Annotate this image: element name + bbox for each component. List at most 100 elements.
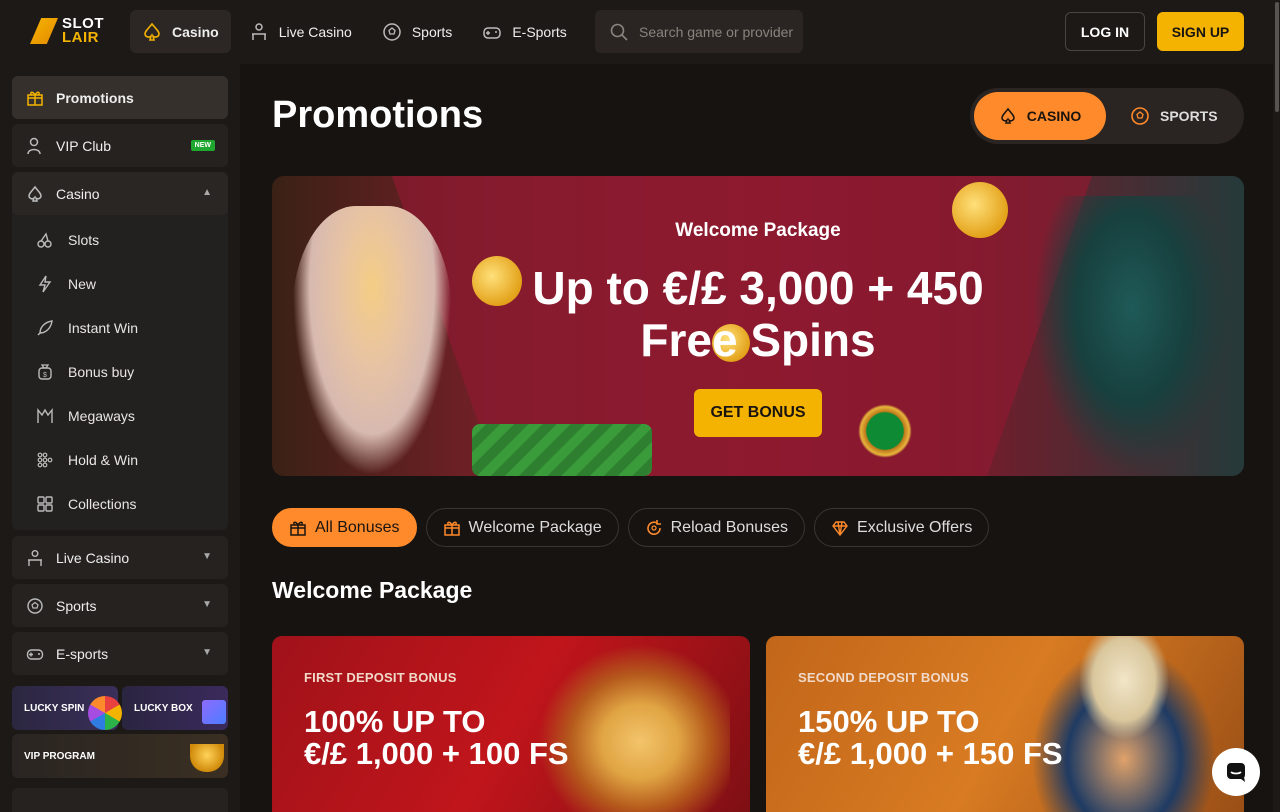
cash-stack-image <box>472 424 652 476</box>
filter-exclusive-offers[interactable]: Exclusive Offers <box>814 508 990 547</box>
chevron-up-icon[interactable]: ▲ <box>202 187 212 198</box>
search-icon <box>610 23 628 41</box>
nav-sports-label: Sports <box>411 23 453 40</box>
page-title: Promotions <box>272 94 484 136</box>
sidebar-label-vip-club: VIP Club <box>56 137 111 154</box>
bonus-filters: All Bonuses Welcome Package Reload Bonus… <box>272 508 990 547</box>
card-headline: 100% UP TO €/£ 1,000 + 100 FS <box>304 706 569 770</box>
wheel-icon <box>88 696 122 730</box>
card-headline-line1: 150% UP TO <box>798 704 980 739</box>
sidebar-item-promotions[interactable]: Promotions <box>12 76 228 119</box>
grid-dots-icon <box>37 452 53 468</box>
gift-box-icon <box>202 700 226 724</box>
hero-banner: Welcome Package Up to €/£ 3,000 + 450 Fr… <box>272 176 1244 476</box>
nav-sports[interactable]: Sports <box>370 10 464 53</box>
filter-reload-bonuses[interactable]: Reload Bonuses <box>627 508 806 547</box>
chat-button[interactable] <box>1212 748 1260 796</box>
collections-icon <box>37 496 53 512</box>
signup-button[interactable]: SIGN UP <box>1157 12 1244 51</box>
sidebar-label-sports: Sports <box>56 597 97 614</box>
lucky-box-card[interactable]: LUCKY BOX <box>122 686 228 730</box>
sidebar-item-sports[interactable]: Sports ▼ <box>12 584 228 627</box>
soccer-ball-icon <box>383 22 401 41</box>
lucky-spin-label: LUCKY SPIN <box>24 702 85 714</box>
logo-text-line2: LAIR <box>62 29 99 46</box>
sidebar-sub-collections[interactable]: Collections <box>36 482 136 526</box>
toggle-sports-label: SPORTS <box>1160 108 1218 124</box>
sidebar-item-live-casino[interactable]: Live Casino ▼ <box>12 536 228 579</box>
filter-welcome-package[interactable]: Welcome Package <box>425 508 619 547</box>
sidebar-label-casino: Casino <box>56 185 100 202</box>
sidebar-sub-hold-win[interactable]: Hold & Win <box>36 438 138 482</box>
card-label: FIRST DEPOSIT BONUS <box>304 670 457 685</box>
sidebar-sub-megaways[interactable]: Megaways <box>36 394 135 438</box>
sidebar-sub-label: New <box>68 276 97 292</box>
toggle-sports[interactable]: SPORTS <box>1130 92 1240 140</box>
sidebar-sub-bonus-buy[interactable]: $ Bonus buy <box>36 350 134 394</box>
cherries-icon <box>37 232 52 248</box>
sidebar-sub-label: Hold & Win <box>68 452 139 468</box>
chevron-down-icon[interactable]: ▼ <box>202 551 212 562</box>
hero-headline-line2: Free Spins <box>640 314 876 366</box>
soccer-ball-icon <box>1131 107 1149 125</box>
bonus-card-first-deposit[interactable]: FIRST DEPOSIT BONUS 100% UP TO €/£ 1,000… <box>272 636 750 812</box>
main-nav: Casino Live Casino Sports E-Sports <box>130 10 579 53</box>
dealer-icon <box>251 22 266 40</box>
sidebar-sub-instant-win[interactable]: Instant Win <box>36 306 138 350</box>
filter-all-bonuses[interactable]: All Bonuses <box>272 508 417 547</box>
chevron-down-icon[interactable]: ▼ <box>202 647 212 658</box>
gift-icon <box>290 521 306 536</box>
lucky-box-label: LUCKY BOX <box>134 702 193 714</box>
search-placeholder: Search game or provider <box>639 23 794 40</box>
nav-esports-label: E-Sports <box>512 23 567 40</box>
sidebar-sub-new[interactable]: New <box>36 262 96 306</box>
nav-live-casino-label: Live Casino <box>278 23 352 40</box>
gamepad-icon <box>26 648 44 660</box>
gift-icon <box>27 91 43 106</box>
toggle-casino[interactable]: CASINO <box>974 92 1106 140</box>
trophy-icon <box>190 744 224 772</box>
hero-headline: Up to €/£ 3,000 + 450 Free Spins <box>272 262 1244 366</box>
search-input[interactable]: Search game or provider <box>595 10 803 53</box>
filter-label: Exclusive Offers <box>857 518 973 536</box>
spade-icon <box>144 22 160 41</box>
get-bonus-button[interactable]: GET BONUS <box>694 389 822 437</box>
dealer-icon <box>28 549 42 566</box>
card-headline-line2: €/£ 1,000 + 100 FS <box>304 736 569 771</box>
hero-headline-line1: Up to €/£ 3,000 + 450 <box>532 262 984 314</box>
chevron-down-icon[interactable]: ▼ <box>202 599 212 610</box>
sidebar-item-esports[interactable]: E-sports ▼ <box>12 632 228 675</box>
soccer-ball-icon <box>27 597 43 614</box>
sidebar-item-vip-club[interactable]: VIP Club NEW <box>12 124 228 167</box>
nav-esports[interactable]: E-Sports <box>470 10 578 53</box>
money-bag-icon: $ <box>38 364 52 380</box>
card-headline-line2: €/£ 1,000 + 150 FS <box>798 736 1063 771</box>
nav-casino[interactable]: Casino <box>130 10 231 53</box>
sidebar-label-live-casino: Live Casino <box>56 549 130 566</box>
nav-casino-label: Casino <box>172 23 219 40</box>
hero-subtitle: Welcome Package <box>675 220 841 241</box>
user-icon <box>27 137 41 154</box>
scrollbar-track[interactable] <box>1273 0 1280 812</box>
sidebar-item-casino[interactable]: Casino ▲ <box>12 172 228 215</box>
logo[interactable]: SLOT LAIR <box>30 15 110 47</box>
nav-live-casino[interactable]: Live Casino <box>237 10 364 53</box>
sidebar-sub-label: Instant Win <box>68 320 139 336</box>
card-label: SECOND DEPOSIT BONUS <box>798 670 969 685</box>
diamond-icon <box>832 520 848 536</box>
spade-icon <box>1001 107 1015 124</box>
sidebar: Promotions VIP Club NEW Casino ▲ Slots N… <box>0 64 240 812</box>
gift-box-icon <box>443 521 460 536</box>
card-headline: 150% UP TO €/£ 1,000 + 150 FS <box>798 706 1063 770</box>
sidebar-label-esports: E-sports <box>56 645 109 662</box>
chat-icon <box>1227 763 1245 782</box>
sidebar-group-casino: Casino ▲ Slots New Instant Win $ Bonus b… <box>12 172 228 530</box>
lucky-spin-card[interactable]: LUCKY SPIN <box>12 686 122 730</box>
scrollbar-thumb[interactable] <box>1275 2 1279 112</box>
login-button[interactable]: LOG IN <box>1065 12 1145 51</box>
vip-program-label: VIP PROGRAM <box>24 750 95 762</box>
vip-program-card[interactable]: VIP PROGRAM <box>12 734 228 778</box>
sidebar-sub-slots[interactable]: Slots <box>36 218 99 262</box>
sidebar-bottom-card <box>12 788 228 812</box>
bonus-card-second-deposit[interactable]: SECOND DEPOSIT BONUS 150% UP TO €/£ 1,00… <box>766 636 1244 812</box>
